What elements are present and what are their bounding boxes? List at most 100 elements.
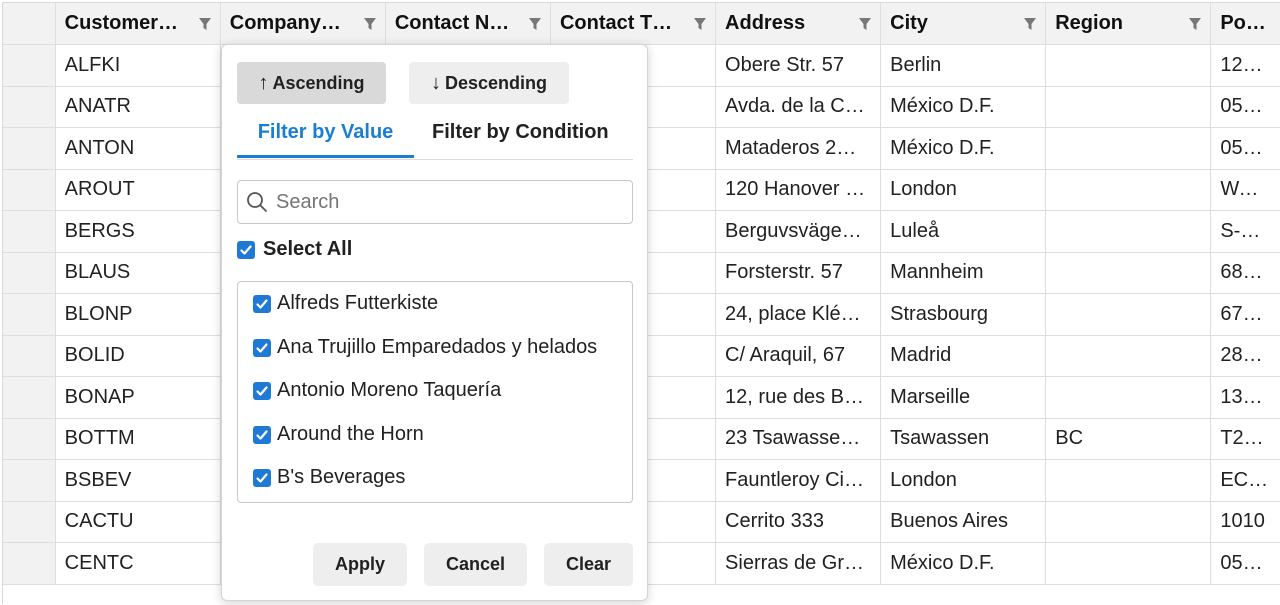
table-cell[interactable]: BSBEV (56, 460, 221, 501)
row-header-cell[interactable] (3, 418, 56, 459)
table-cell[interactable] (1046, 169, 1212, 210)
table-cell[interactable]: BERGS (56, 211, 221, 252)
table-cell[interactable]: London (881, 169, 1047, 210)
column-header[interactable]: Contact N… (386, 3, 551, 44)
table-cell[interactable]: 1010 (1211, 502, 1280, 543)
table-cell[interactable]: México D.F. (881, 543, 1047, 584)
table-cell[interactable]: 120 Hanover … (716, 169, 882, 210)
value-list-item[interactable]: B's Beverages (253, 466, 405, 489)
table-cell[interactable]: S-958 (1211, 211, 1280, 252)
table-cell[interactable]: ALFKI (56, 45, 221, 86)
tab-filter-by-condition[interactable]: Filter by Condition (432, 121, 609, 157)
column-header[interactable]: City (881, 3, 1047, 44)
row-header-cell[interactable] (3, 211, 56, 252)
table-cell[interactable]: Marseille (881, 377, 1047, 418)
table-cell[interactable]: 12209 (1211, 45, 1280, 86)
column-header[interactable]: Region (1046, 3, 1212, 44)
filter-icon[interactable] (528, 17, 541, 31)
table-cell[interactable] (1046, 501, 1212, 542)
table-cell[interactable]: 23 Tsawasse… (716, 418, 882, 459)
table-cell[interactable]: Fauntleroy Ci… (716, 460, 882, 501)
table-cell[interactable]: BOLID (56, 335, 221, 376)
table-cell[interactable]: Buenos Aires (881, 501, 1047, 542)
table-cell[interactable]: WA1 1 (1211, 170, 1280, 211)
table-cell[interactable] (1046, 377, 1212, 418)
table-cell[interactable]: BLONP (56, 294, 221, 335)
table-cell[interactable]: AROUT (56, 169, 221, 210)
filter-icon[interactable] (694, 17, 707, 31)
row-header-cell[interactable] (3, 501, 56, 542)
table-cell[interactable]: 13008 (1211, 377, 1280, 418)
table-cell[interactable]: T2F 8 (1211, 419, 1280, 460)
filter-icon[interactable] (363, 17, 376, 31)
table-cell[interactable] (1046, 294, 1212, 335)
column-header[interactable]: Company… (221, 3, 386, 44)
table-cell[interactable]: Mannheim (881, 252, 1047, 293)
filter-icon[interactable] (1189, 17, 1202, 31)
table-cell[interactable]: 24, place Klé… (716, 294, 882, 335)
value-list-item[interactable]: Alfreds Futterkiste (253, 292, 438, 315)
row-header-cell[interactable] (3, 45, 56, 86)
row-header-cell[interactable] (3, 543, 56, 584)
table-cell[interactable]: 05021 (1211, 87, 1280, 128)
table-cell[interactable] (1046, 86, 1212, 127)
apply-button[interactable]: Apply (313, 543, 407, 586)
table-cell[interactable] (1046, 45, 1212, 86)
table-cell[interactable]: Obere Str. 57 (716, 45, 882, 86)
table-cell[interactable]: CACTU (56, 501, 221, 542)
table-cell[interactable]: Avda. de la C… (716, 86, 882, 127)
clear-button[interactable]: Clear (544, 543, 633, 586)
cancel-button[interactable]: Cancel (424, 543, 527, 586)
table-cell[interactable]: BONAP (56, 377, 221, 418)
table-cell[interactable] (1046, 211, 1212, 252)
table-cell[interactable]: Mataderos 2… (716, 128, 882, 169)
table-cell[interactable]: 05022 (1211, 543, 1280, 584)
tab-filter-by-value[interactable]: Filter by Value (237, 121, 414, 158)
table-cell[interactable] (1046, 335, 1212, 376)
table-cell[interactable]: Berguvsväge… (716, 211, 882, 252)
sort-descending-button[interactable]: ↓ Descending (409, 62, 569, 104)
select-all-checkbox[interactable]: Select All (237, 238, 352, 261)
table-cell[interactable]: London (881, 460, 1047, 501)
row-header-cell[interactable] (3, 377, 56, 418)
row-header-cell[interactable] (3, 460, 56, 501)
row-header-cell[interactable] (3, 252, 56, 293)
table-cell[interactable]: México D.F. (881, 128, 1047, 169)
filter-icon[interactable] (198, 17, 211, 31)
table-cell[interactable] (1046, 460, 1212, 501)
table-cell[interactable]: 28023 (1211, 336, 1280, 377)
table-cell[interactable] (1046, 128, 1212, 169)
table-cell[interactable]: EC2 5 (1211, 460, 1280, 501)
value-list-item[interactable]: Around the Horn (253, 423, 424, 446)
table-cell[interactable]: Strasbourg (881, 294, 1047, 335)
column-header[interactable]: Address (716, 3, 882, 44)
value-list-item[interactable]: Ana Trujillo Emparedados y helados (253, 336, 597, 359)
table-cell[interactable]: Tsawassen (881, 418, 1047, 459)
filter-icon[interactable] (1024, 17, 1037, 31)
column-header[interactable]: Contact T… (551, 3, 717, 44)
table-cell[interactable]: Luleå (881, 211, 1047, 252)
row-header-cell[interactable] (3, 86, 56, 127)
table-cell[interactable]: México D.F. (881, 86, 1047, 127)
row-header-cell[interactable] (3, 169, 56, 210)
value-list-item[interactable]: Antonio Moreno Taquería (253, 379, 501, 402)
sort-ascending-button[interactable]: ↑ Ascending (237, 62, 386, 104)
table-cell[interactable]: 68306 (1211, 253, 1280, 294)
column-header[interactable]: Posta (1211, 3, 1280, 44)
table-cell[interactable]: BOTTM (56, 418, 221, 459)
filter-icon[interactable] (859, 17, 872, 31)
table-cell[interactable]: 67000 (1211, 294, 1280, 335)
row-header-cell[interactable] (3, 294, 56, 335)
table-cell[interactable]: Madrid (881, 335, 1047, 376)
table-cell[interactable]: 12, rue des B… (716, 377, 882, 418)
row-header-cell[interactable] (3, 335, 56, 376)
table-cell[interactable]: ANTON (56, 128, 221, 169)
table-cell[interactable]: Berlin (881, 45, 1047, 86)
column-header[interactable]: Customer… (56, 3, 221, 44)
table-cell[interactable]: Cerrito 333 (716, 501, 882, 542)
table-cell[interactable] (1046, 252, 1212, 293)
table-cell[interactable]: CENTC (56, 543, 221, 584)
table-cell[interactable]: BLAUS (56, 252, 221, 293)
table-cell[interactable]: Forsterstr. 57 (716, 252, 882, 293)
search-input[interactable] (274, 189, 628, 215)
